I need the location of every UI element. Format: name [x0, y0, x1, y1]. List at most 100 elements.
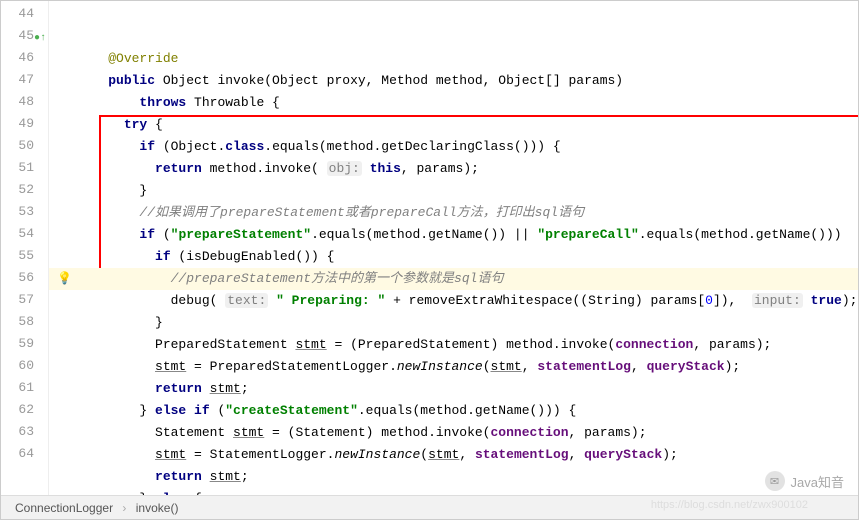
string-literal: "createStatement": [225, 403, 358, 418]
code-line[interactable]: return stmt;: [49, 466, 858, 488]
keyword: return: [155, 469, 202, 484]
code-token: [202, 469, 210, 484]
watermark: ✉ Java知音: [765, 471, 844, 491]
line-number: 44: [1, 3, 48, 25]
code-token: ,: [631, 359, 647, 374]
code-line[interactable]: if (Object.class.equals(method.getDeclar…: [49, 136, 858, 158]
keyword: this: [370, 161, 401, 176]
code-line[interactable]: public Object invoke(Object proxy, Metho…: [49, 70, 858, 92]
keyword: throws: [139, 95, 186, 110]
local-variable: stmt: [155, 447, 186, 462]
code-token: ]),: [713, 293, 752, 308]
code-token: , params);: [569, 425, 647, 440]
line-number: 58: [1, 311, 48, 333]
line-number: 53: [1, 201, 48, 223]
annotation: @Override: [108, 51, 178, 66]
breadcrumb-class[interactable]: ConnectionLogger: [15, 501, 113, 515]
code-token: .equals(method.getName())): [639, 227, 842, 242]
field-reference: statementLog: [537, 359, 631, 374]
local-variable: stmt: [210, 469, 241, 484]
code-line[interactable]: if (isDebugEnabled()) {: [49, 246, 858, 268]
local-variable: stmt: [491, 359, 522, 374]
keyword: if: [155, 249, 171, 264]
keyword: if: [139, 139, 155, 154]
parameter-hint: input:: [752, 293, 803, 308]
string-literal: "prepareCall": [537, 227, 638, 242]
line-number: 55: [1, 245, 48, 267]
code-token: }: [139, 491, 155, 495]
url-watermark: https://blog.csdn.net/zwx900102: [651, 499, 808, 511]
code-line[interactable]: PreparedStatement stmt = (PreparedStatem…: [49, 334, 858, 356]
line-number: 46: [1, 47, 48, 69]
code-line[interactable]: if ("prepareStatement".equals(method.get…: [49, 224, 858, 246]
code-token: debug(: [171, 293, 226, 308]
line-number: 54: [1, 223, 48, 245]
keyword: if: [139, 227, 155, 242]
code-line[interactable]: }: [49, 180, 858, 202]
code-token: (: [483, 359, 491, 374]
code-line[interactable]: debug( text: " Preparing: " + removeExtr…: [49, 290, 858, 312]
code-line[interactable]: } else if ("createStatement".equals(meth…: [49, 400, 858, 422]
number-literal: 0: [705, 293, 713, 308]
field-reference: statementLog: [475, 447, 569, 462]
code-line[interactable]: return method.invoke( obj: this, params)…: [49, 158, 858, 180]
local-variable: stmt: [295, 337, 326, 352]
code-line[interactable]: return stmt;: [49, 378, 858, 400]
code-token: , params);: [693, 337, 771, 352]
code-token: }: [139, 183, 147, 198]
code-token: ,: [459, 447, 475, 462]
code-token: PreparedStatement: [155, 337, 295, 352]
line-number-gutter: 4445●↑4647484950515253545556575859606162…: [1, 1, 49, 495]
breadcrumb-separator: ›: [122, 501, 126, 515]
parameter-hint: text:: [225, 293, 268, 308]
code-line[interactable]: @Override: [49, 48, 858, 70]
code-line[interactable]: }: [49, 312, 858, 334]
line-number: 60: [1, 355, 48, 377]
code-token: ,: [522, 359, 538, 374]
line-number: 49: [1, 113, 48, 135]
code-token: Statement: [155, 425, 233, 440]
code-token: {: [147, 117, 163, 132]
code-token: );: [725, 359, 741, 374]
code-token: }: [139, 403, 155, 418]
code-area[interactable]: @Override public Object invoke(Object pr…: [49, 1, 858, 495]
code-token: = StatementLogger.: [186, 447, 334, 462]
line-number: 59: [1, 333, 48, 355]
line-number: 52: [1, 179, 48, 201]
code-token: }: [155, 315, 163, 330]
keyword: true: [811, 293, 842, 308]
code-line[interactable]: stmt = StatementLogger.newInstance(stmt,…: [49, 444, 858, 466]
keyword: return: [155, 161, 202, 176]
code-line[interactable]: try {: [49, 114, 858, 136]
line-number: 57: [1, 289, 48, 311]
code-token: method.invoke(: [202, 161, 327, 176]
breadcrumb-method[interactable]: invoke(): [136, 501, 179, 515]
wechat-icon: ✉: [765, 471, 785, 491]
code-token: [202, 381, 210, 396]
intention-bulb-icon[interactable]: 💡: [57, 268, 72, 290]
line-number: 45●↑: [1, 25, 48, 47]
keyword: else if: [155, 403, 210, 418]
code-line[interactable]: throws Throwable {: [49, 92, 858, 114]
comment: //prepareStatement方法中的第一个参数就是sql语句: [171, 271, 504, 286]
code-token: Throwable {: [186, 95, 280, 110]
code-token: (: [155, 227, 171, 242]
method-call: newInstance: [334, 447, 420, 462]
line-number: 56: [1, 267, 48, 289]
code-line[interactable]: 💡 //prepareStatement方法中的第一个参数就是sql语句: [49, 268, 858, 290]
parameter-hint: obj:: [327, 161, 362, 176]
code-token: [803, 293, 811, 308]
code-token: ,: [569, 447, 585, 462]
code-token: );: [662, 447, 678, 462]
code-editor[interactable]: 4445●↑4647484950515253545556575859606162…: [1, 1, 858, 495]
keyword: public: [108, 73, 155, 88]
code-token: {: [186, 491, 202, 495]
code-line[interactable]: stmt = PreparedStatementLogger.newInstan…: [49, 356, 858, 378]
code-token: ;: [241, 381, 249, 396]
code-token: (: [210, 403, 226, 418]
line-number: 64: [1, 443, 48, 465]
code-token: (: [420, 447, 428, 462]
code-line[interactable]: Statement stmt = (Statement) method.invo…: [49, 422, 858, 444]
code-line[interactable]: } else {: [49, 488, 858, 495]
code-line[interactable]: //如果调用了prepareStatement或者prepareCall方法，打…: [49, 202, 858, 224]
